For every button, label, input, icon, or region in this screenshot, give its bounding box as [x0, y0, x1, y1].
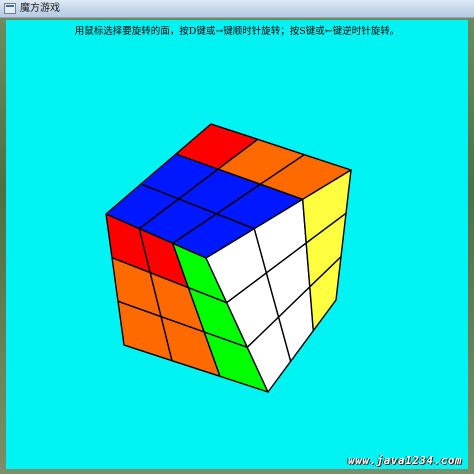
rubiks-cube[interactable]	[6, 20, 468, 469]
app-window: 魔方游戏 用鼠标选择要旋转的面，按D键或→键顺时针旋转；按S键或←键逆时针旋转。…	[0, 0, 474, 474]
watermark-text: www.java1234.com	[348, 454, 462, 467]
app-icon	[4, 3, 16, 14]
title-bar[interactable]: 魔方游戏	[0, 0, 474, 18]
window-title: 魔方游戏	[20, 3, 60, 14]
game-canvas[interactable]: 用鼠标选择要旋转的面，按D键或→键顺时针旋转；按S键或←键逆时针旋转。 www.…	[6, 20, 468, 469]
